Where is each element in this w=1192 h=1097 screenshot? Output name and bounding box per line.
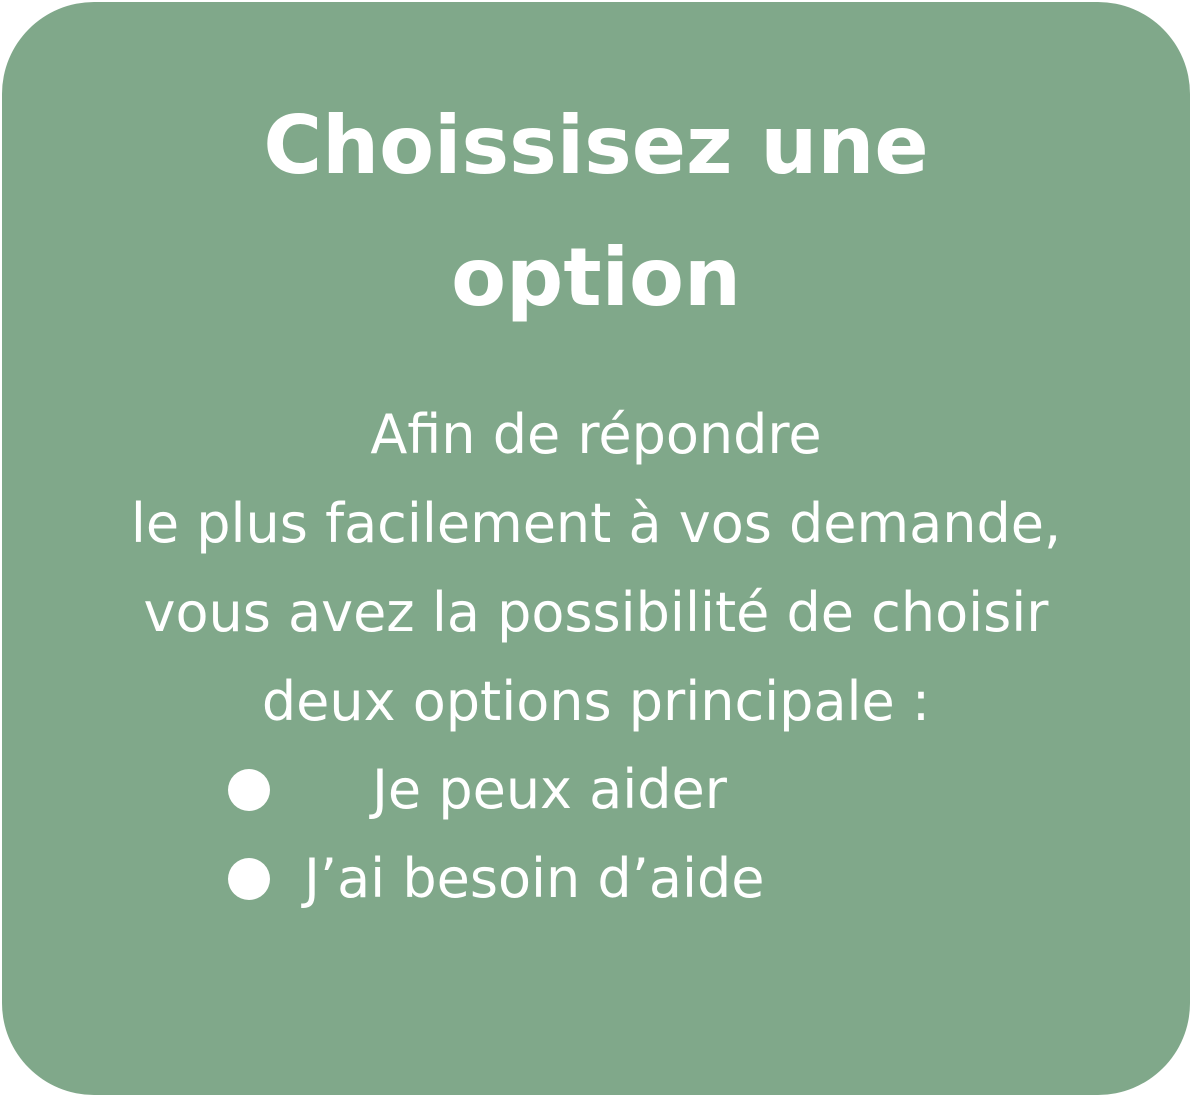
description-line: le plus facilement à vos demande, (130, 492, 1062, 555)
bullet-dot-icon (228, 769, 270, 811)
option-label: J’ai besoin d’aide (304, 847, 765, 910)
description-line: Afin de répondre (370, 403, 822, 466)
bullet-dot-icon (228, 858, 270, 900)
card-description: Afin de répondre le plus facilement à vo… (2, 390, 1190, 746)
description-line: deux options principale : (261, 670, 931, 733)
option-item-je-peux-aider: Je peux aider (2, 745, 1190, 834)
card-title-line-1: Choissisez une (263, 99, 929, 192)
card-title-line-2: option (451, 231, 741, 324)
option-item-besoin-aide: J’ai besoin d’aide (2, 834, 1190, 923)
option-card: Choissisez une option Afin de répondre l… (2, 2, 1190, 1095)
card-title: Choissisez une option (2, 80, 1190, 344)
description-line: vous avez la possibilité de choisir (143, 581, 1049, 644)
option-label: Je peux aider (372, 758, 727, 821)
